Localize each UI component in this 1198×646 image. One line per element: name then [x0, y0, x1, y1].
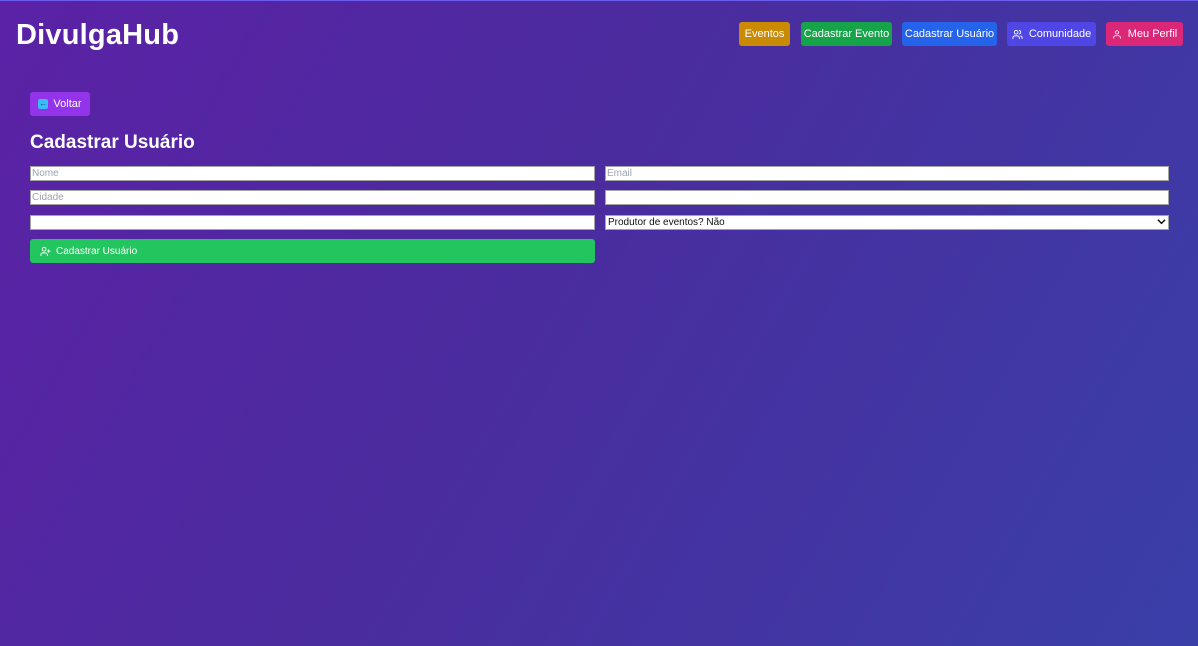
nav-cadastrar-evento-label: Cadastrar Evento	[803, 28, 890, 40]
user-plus-icon	[40, 246, 51, 257]
app-header: DivulgaHub Eventos Cadastrar Evento Cada…	[0, 0, 1198, 70]
cidade-input[interactable]	[30, 190, 595, 205]
nav-comunidade-button[interactable]: Comunidade	[1007, 22, 1096, 46]
back-button-label: Voltar	[53, 98, 82, 110]
produtor-select-value: Produtor de eventos? Não	[608, 217, 725, 228]
chevron-down-icon	[1157, 217, 1166, 229]
extra-input[interactable]	[30, 215, 595, 230]
nav-eventos-label: Eventos	[744, 28, 785, 40]
email-input[interactable]	[605, 166, 1169, 181]
user-icon	[1112, 29, 1122, 40]
brand-logo[interactable]: DivulgaHub	[16, 17, 179, 53]
nav-cadastrar-evento-button[interactable]: Cadastrar Evento	[801, 22, 892, 46]
nav-comunidade-label: Comunidade	[1028, 28, 1092, 40]
produtor-select[interactable]: Produtor de eventos? Não	[605, 215, 1169, 230]
nav-meu-perfil-label: Meu Perfil	[1127, 28, 1178, 40]
password-input[interactable]	[605, 190, 1169, 205]
page-title: Cadastrar Usuário	[30, 132, 195, 153]
users-icon	[1012, 29, 1023, 40]
nav-cadastrar-usuario-label: Cadastrar Usuário	[904, 28, 995, 40]
nome-input[interactable]	[30, 166, 595, 181]
submit-button-label: Cadastrar Usuário	[56, 245, 138, 257]
nav-meu-perfil-button[interactable]: Meu Perfil	[1106, 22, 1183, 46]
nav-cadastrar-usuario-button[interactable]: Cadastrar Usuário	[902, 22, 997, 46]
cadastrar-usuario-submit-button[interactable]: Cadastrar Usuário	[30, 239, 595, 263]
arrow-left-icon: ←	[38, 99, 49, 109]
nav-eventos-button[interactable]: Eventos	[739, 22, 790, 46]
back-button[interactable]: ← Voltar	[30, 92, 90, 116]
